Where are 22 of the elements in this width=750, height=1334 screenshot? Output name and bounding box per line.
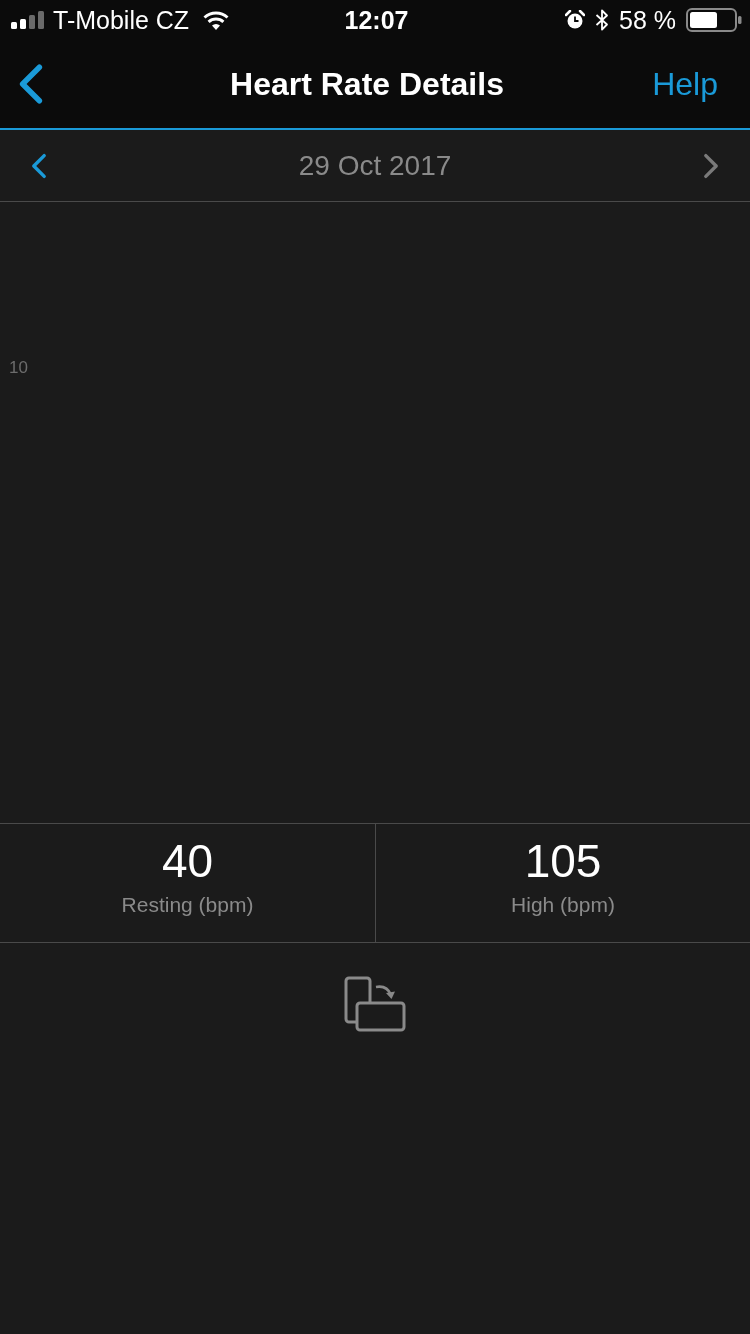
carrier-name: T-Mobile CZ <box>53 5 190 35</box>
clock-time: 12:07 <box>344 5 409 35</box>
screen-title: Heart Rate Details <box>229 65 505 103</box>
back-chevron-icon <box>18 63 44 105</box>
battery-icon <box>686 8 742 32</box>
axis-label: 10 <box>9 358 28 378</box>
previous-day-button[interactable] <box>30 151 48 180</box>
alarm-icon <box>565 10 585 30</box>
stat-value: 40 <box>161 837 214 886</box>
date-label: 29 Oct 2017 <box>298 149 452 182</box>
rotate-screen-button[interactable] <box>344 976 406 1032</box>
help-link[interactable]: Help <box>652 65 718 103</box>
chevron-right-icon <box>703 152 719 179</box>
chevron-left-icon <box>31 152 47 179</box>
battery-percentage: 58 % <box>619 5 676 35</box>
stat-label: Resting (bpm) <box>121 893 254 918</box>
wifi-icon <box>203 10 230 30</box>
stat-label: High (bpm) <box>511 893 615 918</box>
bluetooth-icon <box>595 9 609 31</box>
signal-icon <box>11 11 45 29</box>
rotate-device-icon <box>344 976 406 1032</box>
stat-value: 105 <box>524 837 602 886</box>
